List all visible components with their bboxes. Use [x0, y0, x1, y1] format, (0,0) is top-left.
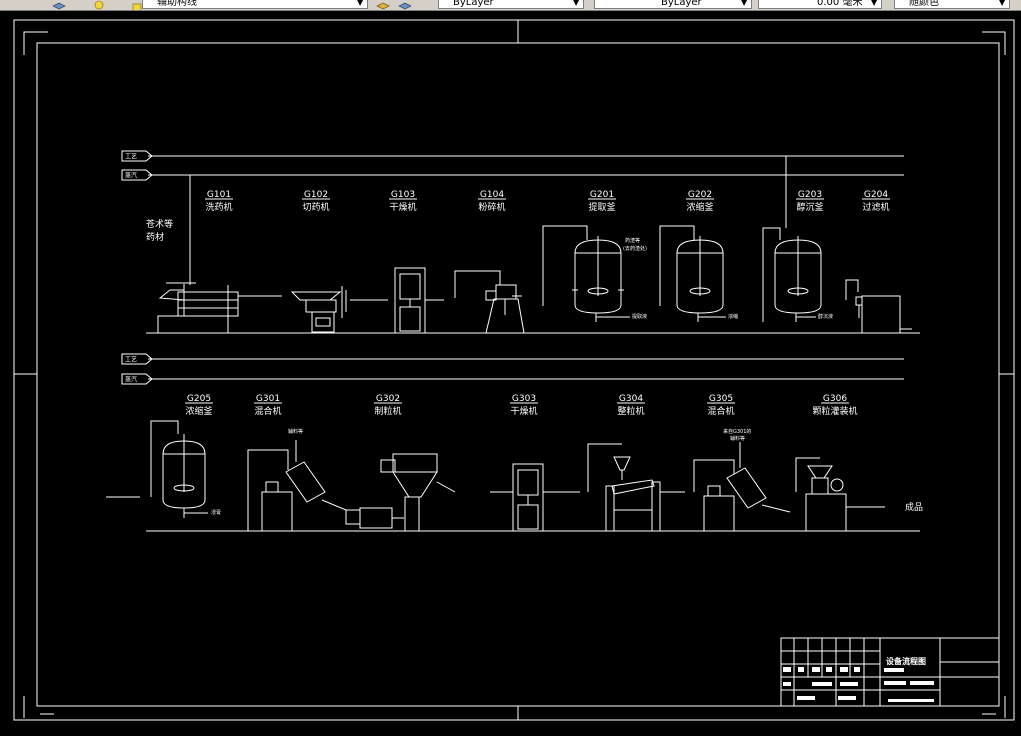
g301-name: 混合机 [254, 405, 281, 417]
g204-filter [845, 279, 912, 334]
g201-out-label: 提取液 [632, 313, 647, 320]
g302-granulator [345, 453, 456, 532]
g205-out-label: 浸膏 [211, 509, 221, 516]
color-value: ByLayer [453, 0, 494, 8]
g201-extraction-tank [542, 225, 630, 322]
g305-name: 混合机 [707, 405, 734, 417]
product-label: 成品 [905, 501, 923, 513]
chevron-down-icon[interactable]: ▼ [741, 0, 750, 8]
chevron-down-icon[interactable]: ▼ [573, 0, 582, 8]
inner-border [36, 42, 1000, 707]
g205-concentration-tank [106, 420, 208, 518]
g301-in-label: 辅料等 [288, 428, 303, 435]
chevron-down-icon[interactable]: ▼ [871, 0, 880, 8]
g202-concentration-tank [659, 225, 726, 322]
g204-name: 过滤机 [862, 201, 889, 213]
g103-dryer [394, 267, 444, 334]
g304-code: G304 [619, 394, 643, 404]
g306-code: G306 [823, 394, 847, 404]
g205-code: G205 [187, 394, 211, 404]
g306-name: 颗粒灌装机 [812, 405, 857, 417]
g301-code: G301 [256, 394, 280, 404]
g202-name: 浓缩釜 [686, 201, 713, 213]
g102-code: G102 [304, 190, 328, 200]
g203-out-label: 醇沉液 [818, 313, 833, 320]
pipe-label-process-top: 工艺 [125, 153, 137, 161]
g203-name: 醇沉釜 [796, 201, 823, 213]
raw-material-line1: 苍术等 [146, 218, 173, 230]
outer-border [13, 19, 1015, 721]
plotstyle-select[interactable]: 随颜色 ▼ [894, 0, 1010, 9]
g103-name: 干燥机 [389, 201, 416, 213]
g203-code: G203 [798, 190, 822, 200]
drawing-canvas[interactable]: 工艺 蒸汽 工艺 蒸汽 G101 洗药机 G102 切药机 G103 干燥机 G… [0, 11, 1021, 732]
chevron-down-icon[interactable]: ▼ [357, 0, 366, 8]
g104-code: G104 [480, 190, 504, 200]
g201-name: 提取釜 [588, 201, 615, 213]
g102-cutter [290, 286, 388, 333]
g302-name: 制粒机 [374, 405, 401, 417]
lineweight-select[interactable]: 0.00 毫米 ▼ [758, 0, 882, 9]
pipe-label-process-bottom: 工艺 [125, 356, 137, 364]
g204-code: G204 [864, 190, 888, 200]
cad-toolbar: 辅助构线 ▼ ByLayer ▼ ByLayer ▼ 0.00 毫米 ▼ 随颜色… [0, 0, 1021, 11]
g104-crusher [454, 270, 525, 334]
title-block-fills [783, 667, 934, 702]
chevron-down-icon[interactable]: ▼ [999, 0, 1008, 8]
g205-name: 浓缩釜 [185, 405, 212, 417]
g303-code: G303 [512, 394, 536, 404]
raw-material-line2: 药材 [146, 231, 164, 243]
layer-name-value: 辅助构线 [157, 0, 197, 8]
g303-name: 干燥机 [510, 405, 537, 417]
lineweight-value: 0.00 毫米 [817, 0, 863, 8]
layer-select[interactable]: 辅助构线 ▼ [142, 0, 368, 9]
title-block-title: 设备流程图 [886, 656, 926, 666]
g104-name: 粉碎机 [478, 201, 505, 213]
make-current-layer-icon[interactable] [376, 0, 390, 10]
g305-in-label2: 辅料等 [730, 435, 745, 442]
pipe-label-steam-bottom: 蒸汽 [125, 376, 137, 384]
plotstyle-value: 随颜色 [909, 0, 939, 8]
g101-code: G101 [207, 190, 231, 200]
layer-previous-icon[interactable] [398, 0, 412, 10]
g201-code: G201 [590, 190, 614, 200]
g304-sizer [587, 443, 685, 532]
g305-code: G305 [709, 394, 733, 404]
g303-dryer [490, 463, 580, 532]
g305-in-label1: 来自G301的 [723, 428, 751, 435]
g202-out-label: 浓缩 [728, 313, 738, 320]
g306-filling-machine [795, 457, 885, 532]
linetype-select[interactable]: ByLayer ▼ [594, 0, 752, 9]
linetype-value: ByLayer [661, 0, 702, 8]
g202-code: G202 [688, 190, 712, 200]
g102-name: 切药机 [302, 201, 329, 213]
color-select[interactable]: ByLayer ▼ [438, 0, 584, 9]
process-flow-drawing: 工艺 蒸汽 工艺 蒸汽 G101 洗药机 G102 切药机 G103 干燥机 G… [13, 19, 1015, 721]
g302-code: G302 [376, 394, 400, 404]
g304-name: 整粒机 [617, 405, 644, 417]
g103-code: G103 [391, 190, 415, 200]
g301-mixer [247, 440, 347, 532]
layer-manager-icon[interactable] [52, 0, 66, 10]
g305-mixer [693, 442, 791, 532]
g101-name: 洗药机 [205, 201, 232, 213]
pipe-label-steam-top: 蒸汽 [125, 172, 137, 180]
g201-note1: 药渣等 [625, 237, 640, 244]
lightbulb-icon[interactable] [92, 0, 106, 10]
g201-note2: (去药渣处) [623, 245, 647, 252]
